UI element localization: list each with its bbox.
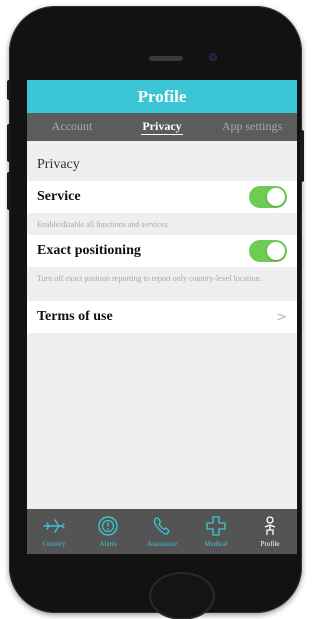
- tab-account[interactable]: Account: [27, 113, 117, 141]
- medical-cross-icon: [206, 516, 226, 536]
- app-screen: Profile Account Privacy App settings Pri…: [27, 80, 297, 554]
- mute-switch: [7, 80, 11, 100]
- chevron-right-icon: >: [276, 309, 287, 325]
- tabbar-item-country[interactable]: Country: [27, 509, 81, 554]
- exact-positioning-toggle[interactable]: [249, 240, 287, 262]
- terms-of-use-row[interactable]: Terms of use >: [27, 301, 297, 333]
- service-toggle[interactable]: [249, 186, 287, 208]
- tabbar-item-profile[interactable]: Profile: [243, 509, 297, 554]
- home-button[interactable]: [149, 572, 215, 619]
- service-label: Service: [37, 189, 81, 204]
- exact-positioning-row: Exact positioning: [27, 235, 297, 267]
- tabbar-item-medical[interactable]: Medical: [189, 509, 243, 554]
- exact-positioning-description: Turn off exact position reporting to rep…: [37, 274, 262, 283]
- volume-down-button: [7, 172, 11, 210]
- tabbar-label: Medical: [204, 540, 228, 548]
- front-camera: [209, 53, 217, 61]
- person-icon: [264, 516, 276, 535]
- tabbar-label: Profile: [260, 540, 280, 548]
- section-title: Privacy: [37, 157, 80, 172]
- bottom-tab-bar: Country Alerts Assistance Medical Profil…: [27, 509, 297, 554]
- exact-positioning-label: Exact positioning: [37, 243, 141, 258]
- tabbar-item-alerts[interactable]: Alerts: [81, 509, 135, 554]
- tab-app-settings[interactable]: App settings: [207, 113, 297, 141]
- tabbar-label: Alerts: [99, 540, 117, 548]
- tab-privacy[interactable]: Privacy: [117, 113, 207, 141]
- toggle-knob: [267, 242, 285, 260]
- tabbar-item-assistance[interactable]: Assistance: [135, 509, 189, 554]
- phone-icon: [153, 517, 170, 535]
- toggle-knob: [267, 188, 285, 206]
- tabbar-label: Country: [42, 540, 66, 548]
- tab-bar-top: Account Privacy App settings: [27, 113, 297, 141]
- power-button: [300, 130, 304, 182]
- speaker-grille: [149, 56, 183, 61]
- airplane-icon: [43, 519, 65, 533]
- tabbar-label: Assistance: [147, 540, 177, 548]
- page-title: Profile: [27, 80, 297, 113]
- terms-of-use-label: Terms of use: [37, 309, 113, 324]
- alert-icon: [98, 516, 118, 536]
- volume-up-button: [7, 124, 11, 162]
- service-row: Service: [27, 181, 297, 213]
- service-description: Enable/disable all functions and service…: [37, 220, 170, 229]
